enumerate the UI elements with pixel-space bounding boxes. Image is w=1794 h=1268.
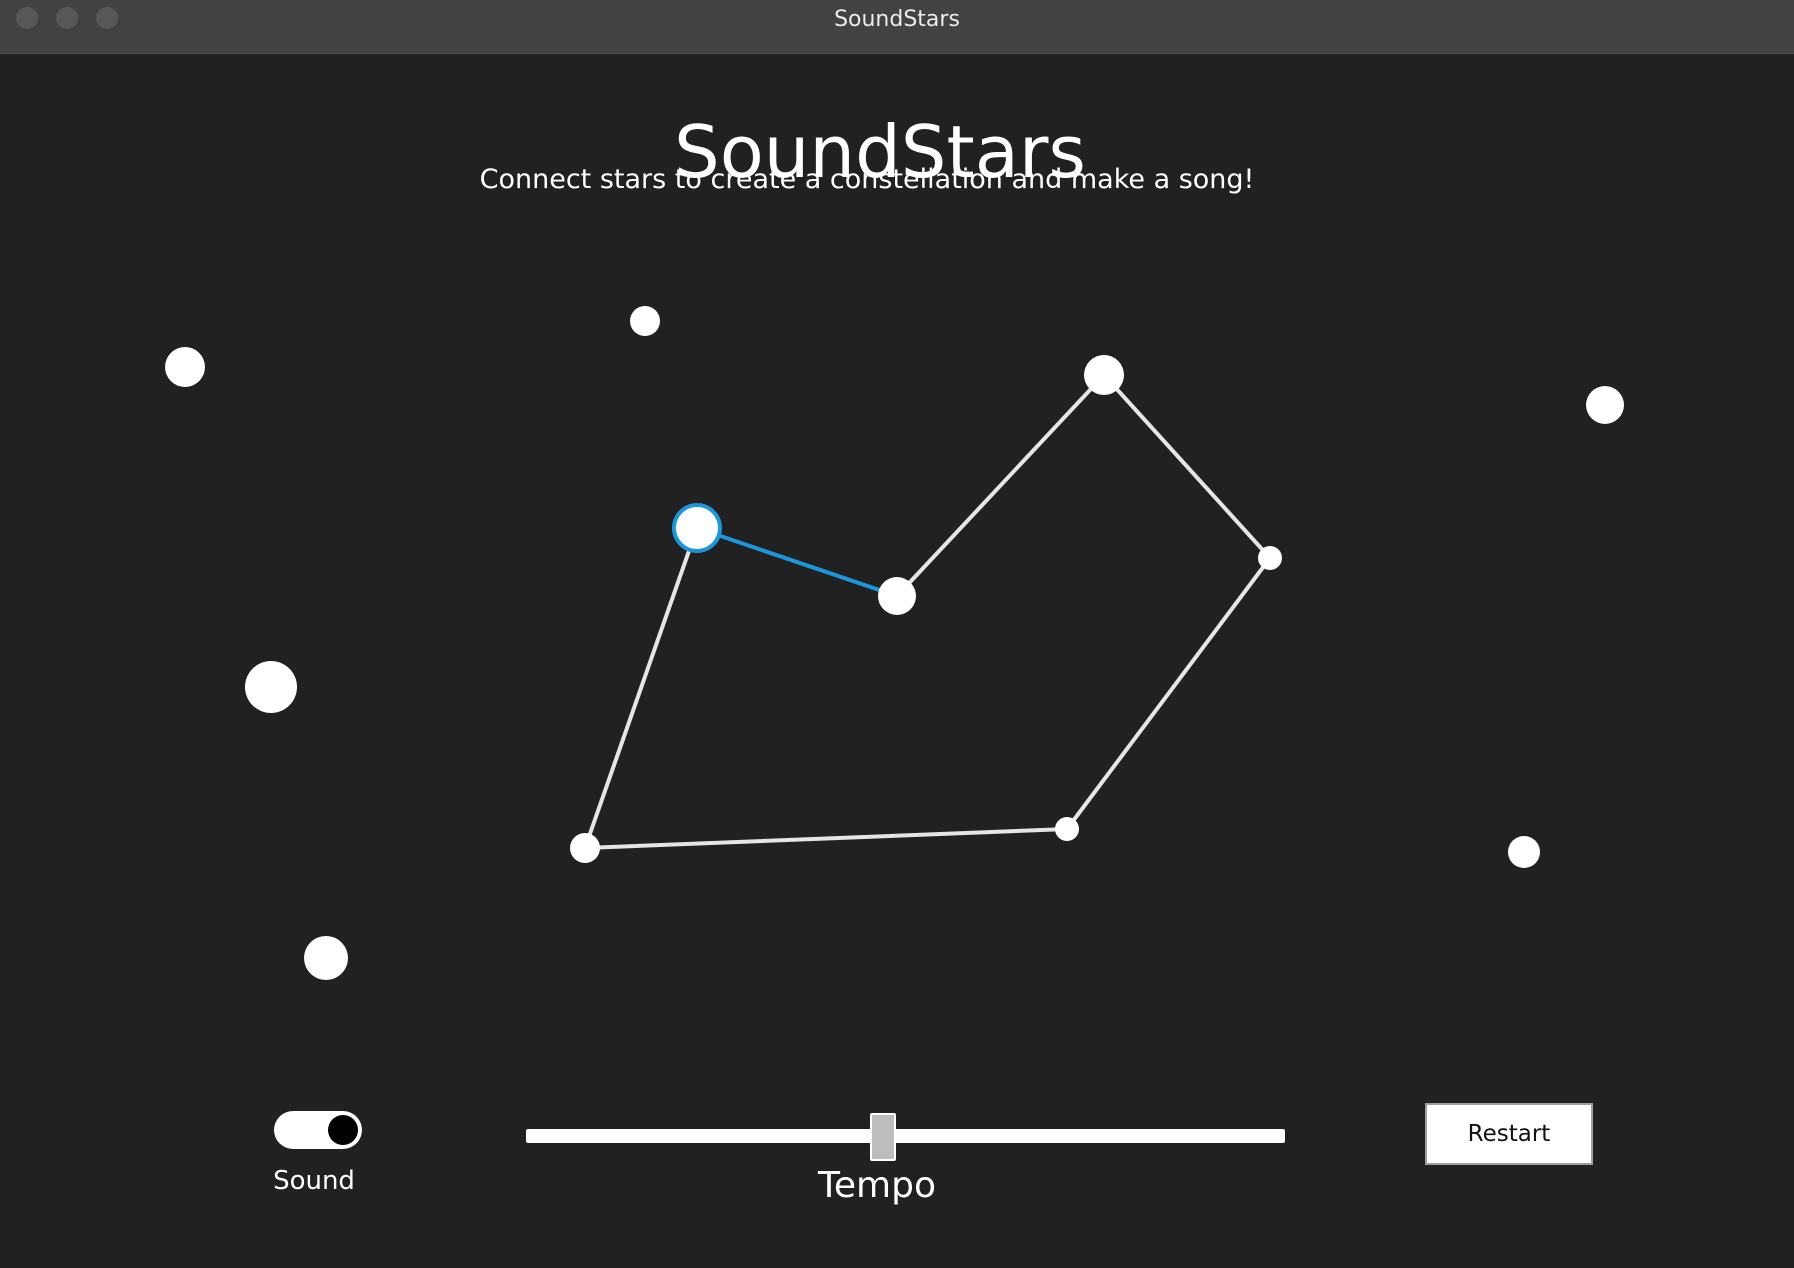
constellation-line bbox=[1065, 556, 1272, 831]
constellation-line bbox=[695, 526, 899, 598]
constellation-line bbox=[895, 373, 1106, 598]
star[interactable] bbox=[165, 347, 205, 387]
window-title: SoundStars bbox=[834, 7, 960, 32]
star[interactable] bbox=[1586, 386, 1624, 424]
title-bar: SoundStars bbox=[0, 0, 1794, 54]
star[interactable] bbox=[245, 661, 297, 713]
constellation-line bbox=[1102, 373, 1272, 560]
star[interactable] bbox=[570, 833, 600, 863]
app-subtitle: Connect stars to create a constellation … bbox=[479, 164, 1255, 195]
sound-toggle[interactable] bbox=[274, 1111, 362, 1149]
tempo-slider[interactable] bbox=[526, 1098, 1285, 1174]
tempo-label: Tempo bbox=[818, 1165, 936, 1206]
star[interactable] bbox=[630, 306, 660, 336]
restart-button[interactable]: Restart bbox=[1425, 1103, 1593, 1165]
app-window: SoundStars SoundStars Connect stars to c… bbox=[0, 0, 1794, 1268]
star[interactable] bbox=[878, 577, 916, 615]
sound-label: Sound bbox=[273, 1166, 355, 1196]
star[interactable] bbox=[1055, 817, 1079, 841]
constellation-lines bbox=[583, 373, 1272, 850]
star[interactable] bbox=[304, 936, 348, 980]
sound-toggle-knob bbox=[328, 1115, 358, 1145]
tempo-slider-track bbox=[526, 1129, 1285, 1143]
tempo-slider-thumb[interactable] bbox=[869, 1113, 896, 1161]
star[interactable] bbox=[1508, 836, 1540, 868]
star[interactable] bbox=[1084, 355, 1124, 395]
star[interactable] bbox=[1258, 546, 1282, 570]
star-selected[interactable] bbox=[672, 503, 722, 553]
constellation-line bbox=[583, 827, 1069, 850]
star-field bbox=[165, 306, 1624, 980]
constellation-line bbox=[583, 526, 699, 850]
